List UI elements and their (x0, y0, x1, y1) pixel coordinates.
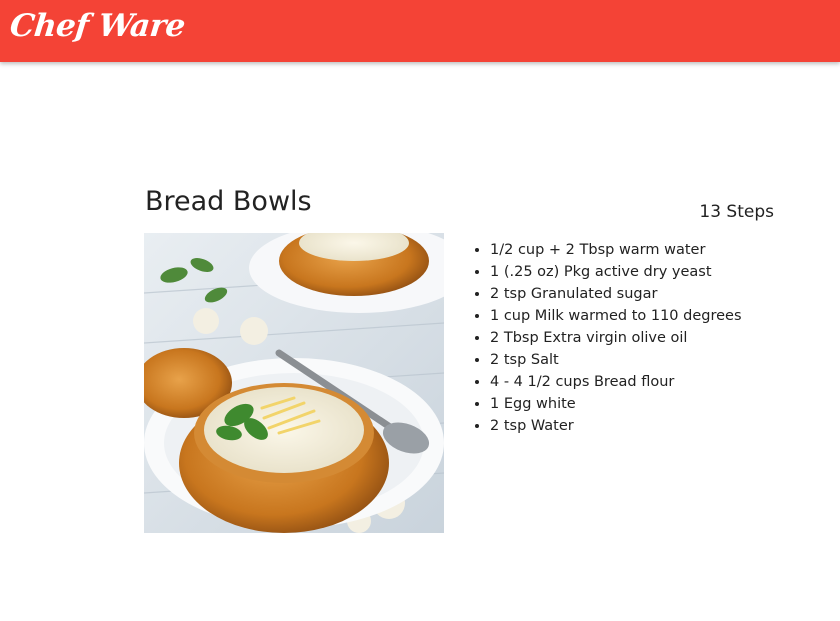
bread-bowl-photo-icon (144, 233, 444, 533)
ingredient-list: 1/2 cup + 2 Tbsp warm water 1 (.25 oz) P… (472, 239, 742, 437)
ingredient-item: 1/2 cup + 2 Tbsp warm water (490, 239, 742, 261)
ingredient-item: 2 tsp Water (490, 415, 742, 437)
ingredient-item: 1 cup Milk warmed to 110 degrees (490, 305, 742, 327)
ingredient-item: 2 tsp Salt (490, 349, 742, 371)
ingredient-item: 1 (.25 oz) Pkg active dry yeast (490, 261, 742, 283)
ingredient-item: 1 Egg white (490, 393, 742, 415)
brand-logo[interactable]: Chef Ware (8, 8, 187, 44)
ingredient-item: 2 tsp Granulated sugar (490, 283, 742, 305)
steps-count: 13 Steps (699, 202, 774, 222)
top-app-bar: Chef Ware (0, 0, 840, 62)
recipe-title: Bread Bowls (145, 186, 312, 217)
ingredient-item: 2 Tbsp Extra virgin olive oil (490, 327, 742, 349)
recipe-photo (144, 233, 444, 533)
ingredient-item: 4 - 4 1/2 cups Bread flour (490, 371, 742, 393)
